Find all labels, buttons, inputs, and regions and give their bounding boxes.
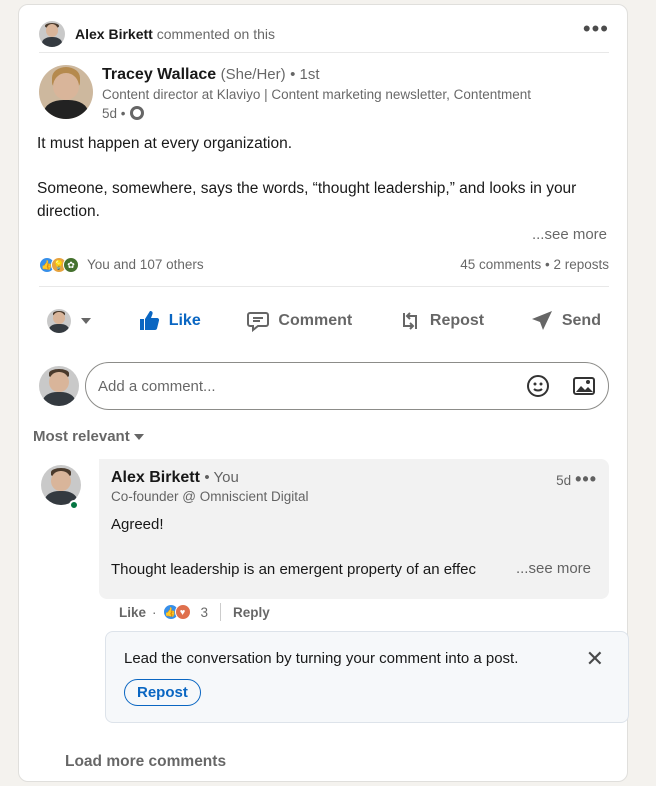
chevron-down-icon (133, 433, 144, 440)
commenter-avatar[interactable] (41, 465, 81, 505)
support-reaction-icon: ✿ (63, 257, 79, 273)
repost-prompt-text: Lead the conversation by turning your co… (124, 650, 519, 667)
comment-see-more-link[interactable]: ...see more (516, 560, 591, 577)
send-label: Send (561, 312, 601, 329)
connection-degree: • 1st (290, 66, 320, 83)
action-bar: Like Comment Repost Send (39, 295, 609, 347)
comment-item: Alex Birkett • You 5d ••• Co-founder @ Om… (41, 459, 609, 599)
activity-text: Alex Birkett commented on this (75, 26, 275, 42)
image-icon[interactable] (572, 374, 596, 398)
love-reaction-icon: ♥ (174, 604, 191, 620)
post-paragraph: Someone, somewhere, says the words, “tho… (37, 180, 577, 220)
reply-button[interactable]: Reply (233, 605, 270, 620)
activity-action: commented on this (156, 25, 275, 42)
close-icon[interactable]: ✕ (586, 646, 604, 672)
author-pronouns: (She/Her) (220, 66, 286, 83)
commenter-name[interactable]: Alex Birkett (111, 469, 200, 486)
send-button[interactable]: Send (530, 309, 601, 333)
comment-composer (39, 362, 609, 410)
author-name[interactable]: Tracey Wallace (102, 66, 216, 83)
comment-reaction-icons[interactable]: 👍 ♥ (162, 604, 191, 620)
repost-label: Repost (429, 312, 485, 329)
comment-line: Agreed! (111, 516, 164, 533)
comment-options-icon[interactable]: ••• (575, 469, 597, 489)
post-body: It must happen at every organization. So… (37, 133, 609, 246)
commenter-tag: • You (204, 469, 239, 486)
repost-button[interactable]: Repost (398, 309, 484, 333)
sort-label: Most relevant (33, 428, 130, 445)
comment-box[interactable] (85, 362, 609, 410)
like-label: Like (168, 312, 201, 329)
post-paragraph: It must happen at every organization. (37, 135, 293, 152)
emoji-icon[interactable] (526, 374, 550, 398)
divider (220, 603, 222, 621)
comment-repost-counts[interactable]: 45 comments • 2 reposts (460, 257, 609, 272)
like-button[interactable]: Like (137, 309, 201, 333)
actor-switcher[interactable] (47, 309, 91, 333)
comment-icon (247, 312, 270, 333)
separator-dot: · (152, 604, 157, 620)
author-avatar[interactable] (39, 65, 93, 119)
send-icon (531, 311, 552, 330)
sort-dropdown[interactable]: Most relevant (33, 428, 144, 445)
repost-prompt: Lead the conversation by turning your co… (105, 631, 629, 723)
activity-header: Alex Birkett commented on this ••• (39, 15, 609, 53)
comment-bubble: Alex Birkett • You 5d ••• Co-founder @ Om… (99, 459, 609, 599)
thumbs-up-icon (139, 311, 159, 330)
repost-prompt-button[interactable]: Repost (124, 679, 201, 706)
online-status-badge (69, 500, 79, 510)
comment-actions: Like · 👍 ♥ 3 Reply (119, 603, 270, 621)
author-headline: Content director at Klaviyo | Content ma… (102, 87, 531, 102)
comment-like-button[interactable]: Like (119, 605, 146, 620)
globe-icon (129, 106, 144, 120)
comment-reaction-count[interactable]: 3 (201, 605, 209, 620)
reaction-count[interactable]: You and 107 others (87, 257, 204, 272)
comment-label: Comment (278, 312, 353, 329)
actor-avatar[interactable] (39, 20, 65, 47)
load-more-comments-button[interactable]: Load more comments (65, 753, 226, 771)
chevron-down-icon (81, 318, 91, 324)
comment-input[interactable] (98, 377, 504, 395)
comment-age: 5d (556, 473, 572, 488)
composer-avatar (39, 366, 79, 406)
repost-icon (402, 312, 417, 330)
post-card: Alex Birkett commented on this ••• Trace… (18, 4, 629, 782)
more-options-icon[interactable]: ••• (583, 17, 609, 44)
comment-button[interactable]: Comment (246, 309, 352, 333)
actor-switcher-avatar (47, 309, 71, 333)
post-age: 5d • (102, 106, 126, 121)
reaction-icons[interactable]: 👍 💡 ✿ (39, 257, 79, 273)
post-author: Tracey Wallace (She/Her) • 1st Content d… (39, 65, 609, 125)
actor-name[interactable]: Alex Birkett (75, 26, 153, 42)
social-counts: 👍 💡 ✿ You and 107 others 45 comments • 2… (39, 257, 609, 287)
commenter-headline: Co-founder @ Omniscient Digital (111, 489, 309, 504)
see-more-link[interactable]: ...see more (532, 226, 607, 243)
